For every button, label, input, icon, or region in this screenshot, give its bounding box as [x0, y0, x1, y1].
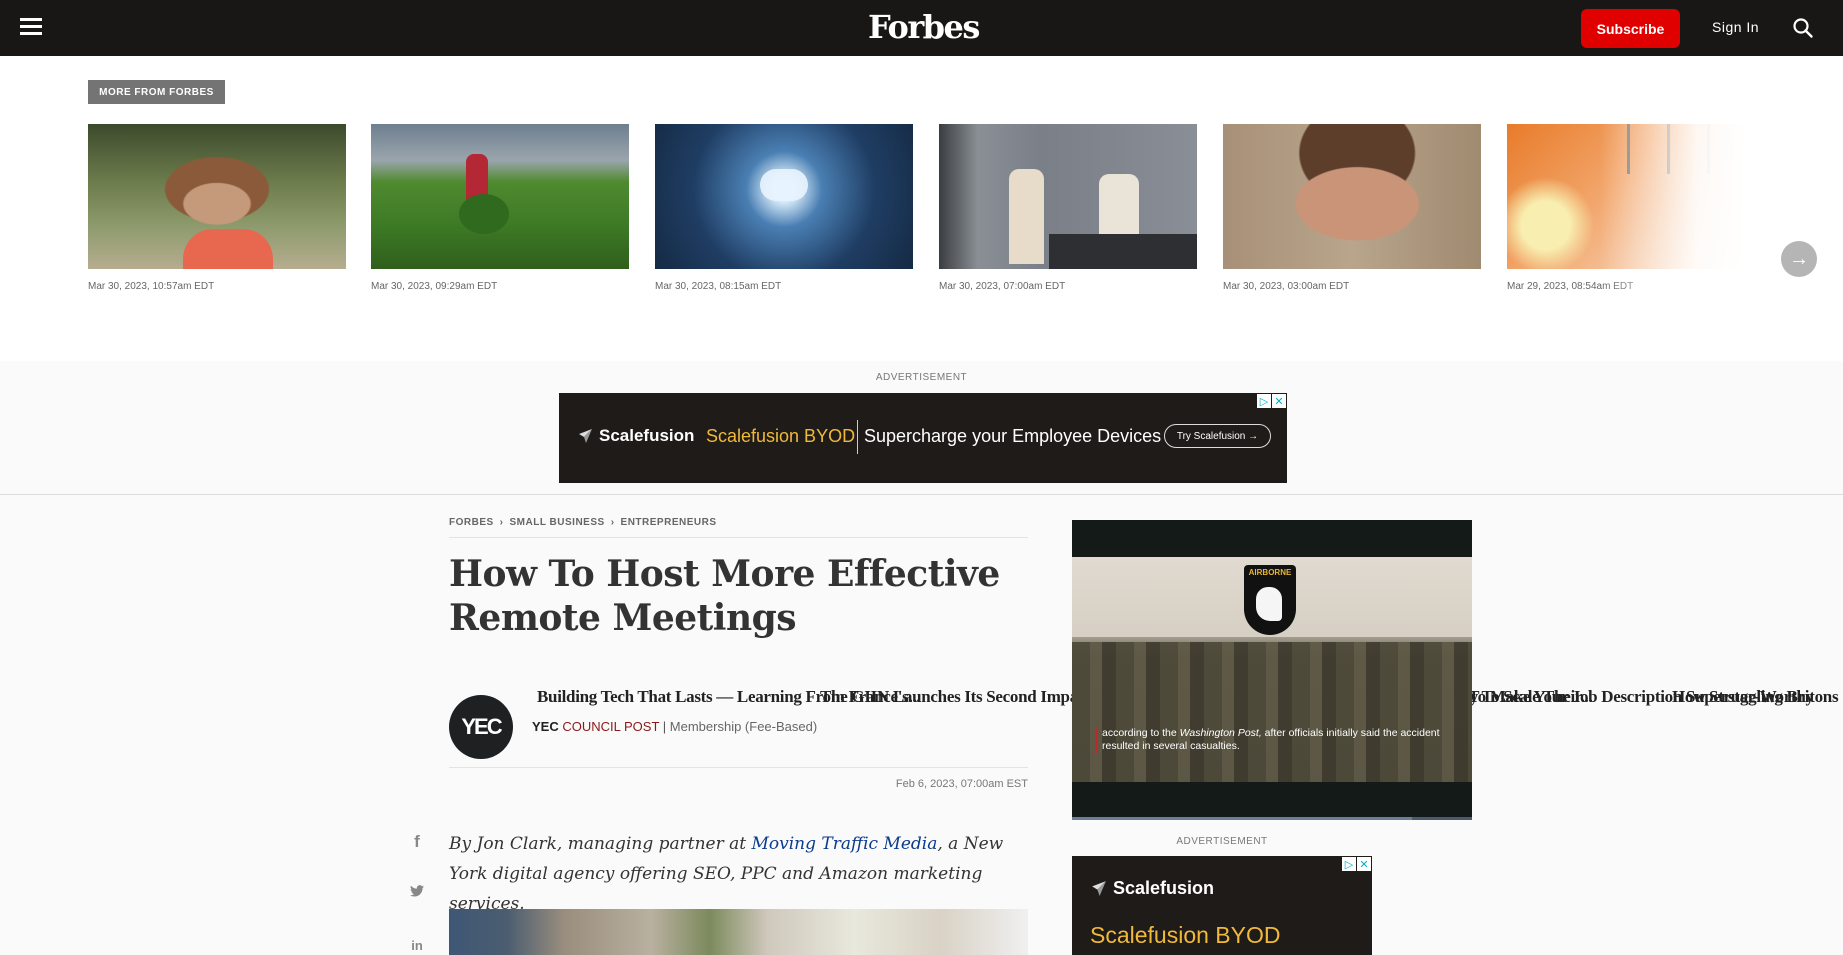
card-image[interactable]	[371, 124, 629, 269]
advertisement-label: ADVERTISEMENT	[875, 372, 968, 383]
card-image[interactable]	[88, 124, 346, 269]
top-nav-bar: Forbes Subscribe Sign In	[0, 0, 1843, 56]
facebook-share-icon[interactable]: f	[410, 832, 424, 852]
ad-brand: Scalefusion	[1090, 878, 1214, 899]
carousel-fade	[1600, 116, 1843, 366]
article-title: How To Host More Effective Remote Meetin…	[449, 553, 1000, 639]
forbes-logo[interactable]: Forbes	[868, 8, 980, 46]
ad-product: Scalefusion BYOD	[706, 426, 856, 446]
card-date: Mar 30, 2023, 10:57am EDT	[88, 281, 215, 292]
author-separator: |	[662, 719, 667, 734]
video-caption: according to the Washington Post, after …	[1096, 727, 1456, 753]
author-divider	[449, 767, 1028, 768]
more-from-forbes-section: MORE FROM FORBES Mar 30, 2023, 10:57am E…	[0, 56, 1843, 706]
advertisement-label: ADVERTISEMENT	[1176, 836, 1268, 847]
article-card[interactable]: Mar 30, 2023, 10:57am EDT Building Tech …	[88, 124, 921, 706]
card-image[interactable]	[939, 124, 1197, 269]
article-card[interactable]: Mar 30, 2023, 03:00am EDT How Struggling…	[1223, 124, 1843, 706]
card-image[interactable]	[655, 124, 913, 269]
chevron-right-icon: ›	[499, 517, 504, 528]
video-frame[interactable]: AIRBORNE according to the Washington Pos…	[1072, 557, 1472, 782]
ad-choices[interactable]: ▷ ✕	[1341, 857, 1371, 871]
card-date: Mar 30, 2023, 07:00am EDT	[939, 281, 1066, 292]
arrow-right-icon: →	[1789, 247, 1809, 270]
close-icon[interactable]: ✕	[1272, 394, 1286, 408]
breadcrumb-forbes[interactable]: FORBES	[449, 517, 494, 528]
airborne-patch: AIRBORNE	[1244, 565, 1296, 635]
adchoices-icon[interactable]: ▷	[1342, 857, 1356, 871]
twitter-share-icon[interactable]	[410, 885, 424, 897]
breadcrumb-small-business[interactable]: SMALL BUSINESS	[510, 517, 605, 528]
card-date: Mar 30, 2023, 08:15am EDT	[655, 281, 782, 292]
ad-choices[interactable]: ▷ ✕	[1256, 394, 1286, 408]
yec-avatar[interactable]: YEC	[449, 695, 513, 759]
ad-divider	[857, 420, 858, 454]
sign-in-link[interactable]: Sign In	[1712, 19, 1759, 35]
subscribe-button[interactable]: Subscribe	[1581, 9, 1680, 48]
breadcrumb-entrepreneurs[interactable]: ENTREPRENEURS	[621, 517, 717, 528]
card-date: Mar 30, 2023, 03:00am EDT	[1223, 281, 1350, 292]
breadcrumb: FORBES › SMALL BUSINESS › ENTREPRENEURS	[449, 517, 717, 528]
scalefusion-logo-icon	[579, 429, 592, 443]
membership-label: Membership (Fee-Based)	[669, 719, 818, 734]
ad-tagline: Supercharge your Employee Devices	[864, 426, 1162, 446]
article-hero-image	[449, 909, 1028, 955]
adchoices-icon[interactable]: ▷	[1257, 394, 1271, 408]
ad-product: Scalefusion BYOD	[1090, 922, 1281, 948]
author-org[interactable]: YEC	[532, 719, 559, 734]
card-date: Mar 30, 2023, 09:29am EDT	[371, 281, 498, 292]
publish-date: Feb 6, 2023, 07:00am EST	[895, 778, 1028, 790]
ad-cta-button[interactable]: Try Scalefusion →	[1164, 424, 1271, 448]
search-icon[interactable]	[1792, 17, 1814, 39]
menu-icon[interactable]	[20, 18, 42, 36]
scalefusion-side-ad[interactable]: ▷ ✕ Scalefusion Scalefusion BYOD	[1072, 856, 1372, 955]
breadcrumb-divider	[449, 537, 1028, 538]
article-card[interactable]: Mar 30, 2023, 09:29am EDT The GIIN Launc…	[371, 124, 1272, 706]
moving-traffic-media-link[interactable]: Moving Traffic Media	[752, 834, 938, 854]
council-post-label[interactable]: COUNCIL POST	[562, 719, 659, 734]
card-image[interactable]	[1223, 124, 1481, 269]
article-card[interactable]: Mar 30, 2023, 08:15am EDT Nine Ways Entr…	[655, 124, 1593, 706]
ad-brand: Scalefusion	[577, 426, 694, 446]
author-line: YEC COUNCIL POST | Membership (Fee-Based…	[532, 719, 817, 734]
article-lede: By Jon Clark, managing partner at Moving…	[449, 834, 1004, 914]
carousel-next-button[interactable]: →	[1781, 241, 1817, 277]
linkedin-share-icon[interactable]: in	[410, 938, 424, 953]
card-title[interactable]: How Struggling Britons Could Unlock £7 T…	[1672, 685, 1843, 709]
video-progress-bar[interactable]	[1072, 817, 1472, 820]
more-from-forbes-label: MORE FROM FORBES	[88, 80, 225, 104]
chevron-right-icon: ›	[610, 517, 615, 528]
article-card[interactable]: Mar 30, 2023, 07:00am EDT Four Ways To M…	[939, 124, 1814, 706]
video-player[interactable]: AIRBORNE according to the Washington Pos…	[1072, 520, 1472, 820]
video-progress-fill	[1072, 817, 1412, 820]
close-icon[interactable]: ✕	[1357, 857, 1371, 871]
scalefusion-logo-icon	[1092, 881, 1106, 896]
scalefusion-banner-ad[interactable]: Scalefusion Scalefusion BYOD Supercharge…	[559, 393, 1287, 483]
top-ad-section: ADVERTISEMENT Scalefusion Scalefusion BY…	[0, 361, 1843, 495]
